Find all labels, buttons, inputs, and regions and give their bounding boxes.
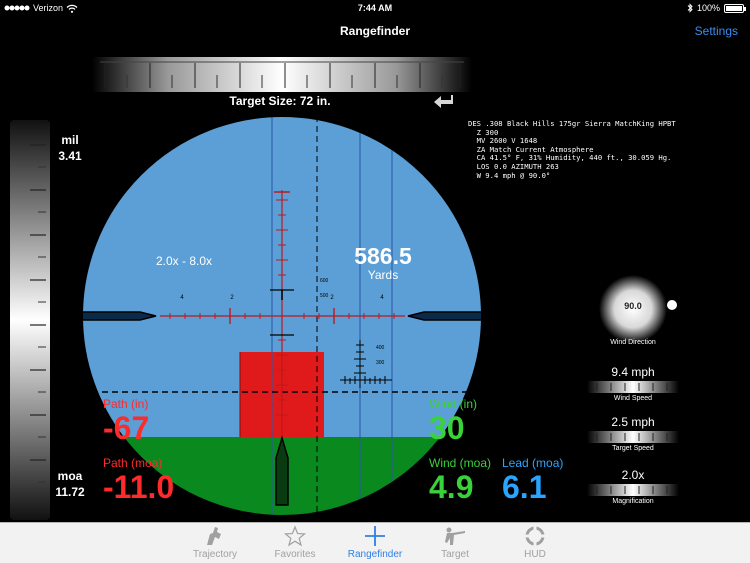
range-label: 300 xyxy=(376,360,385,366)
range-label: 600 xyxy=(320,278,329,284)
hud-icon xyxy=(525,526,545,546)
magnification-value: 2.0x xyxy=(621,468,645,482)
lead-moa-label: Lead (moa) xyxy=(502,456,564,470)
target-speed-control: 2.5 mph Target Speed xyxy=(587,415,679,452)
magnification-control: 2.0x Magnification xyxy=(587,468,679,505)
ballistic-info-panel: DES .308 Black Hills 175gr Sierra MatchK… xyxy=(468,119,676,180)
zoom-range: 2.0x - 8.0x xyxy=(156,254,213,268)
path-in-value: -67 xyxy=(103,410,150,446)
return-arrow-icon[interactable] xyxy=(433,94,455,110)
star-icon xyxy=(283,525,307,547)
target-size-slider[interactable] xyxy=(92,57,472,92)
wind-in-label: Wind (in) xyxy=(429,397,478,411)
path-in-label: Path (in) xyxy=(103,397,149,411)
wind-in-value: 30 xyxy=(429,410,465,446)
mil-label: mil xyxy=(61,133,79,147)
path-moa-value: -11.0 xyxy=(103,469,175,505)
path-moa-label: Path (moa) xyxy=(103,456,163,470)
tab-target[interactable]: Target xyxy=(415,523,495,563)
range-slider[interactable] xyxy=(10,120,50,520)
range-label: 500 xyxy=(320,293,329,299)
wind-speed-control: 9.4 mph Wind Speed xyxy=(587,365,679,402)
tab-label: Target xyxy=(441,549,469,560)
trajectory-icon xyxy=(207,527,221,545)
tab-bar: Trajectory Favorites Rangefinder Target … xyxy=(0,522,750,563)
tab-hud[interactable]: HUD xyxy=(495,523,575,563)
target-speed-label: Target Speed xyxy=(612,445,654,452)
mil-value: 3.41 xyxy=(58,149,82,163)
wind-moa-value: 4.9 xyxy=(429,469,474,505)
tab-label: Favorites xyxy=(274,549,316,560)
range-label: 400 xyxy=(376,345,385,351)
tab-trajectory[interactable]: Trajectory xyxy=(175,523,255,563)
tab-label: HUD xyxy=(524,549,546,560)
target-size-label: Target Size: 72 in. xyxy=(229,94,331,108)
wind-direction-value: 90.0 xyxy=(624,301,642,311)
distance-value: 586.5 xyxy=(354,243,412,269)
tab-favorites[interactable]: Favorites xyxy=(255,523,335,563)
lead-moa-value: 6.1 xyxy=(502,469,547,505)
tab-rangefinder[interactable]: Rangefinder xyxy=(335,523,415,563)
wind-speed-label: Wind Speed xyxy=(613,395,653,402)
target-speed-value: 2.5 mph xyxy=(611,415,655,429)
wind-direction-indicator[interactable] xyxy=(667,300,677,310)
tab-label: Trajectory xyxy=(192,549,238,560)
crosshair-icon xyxy=(365,526,385,546)
right-post xyxy=(407,311,482,321)
info-line: W 9.4 mph @ 90.0° xyxy=(468,170,551,180)
moa-value: 11.72 xyxy=(55,485,85,499)
distance-unit: Yards xyxy=(367,268,399,282)
wind-direction-label: Wind Direction xyxy=(610,339,656,346)
info-line: DES .308 Black Hills 175gr Sierra MatchK… xyxy=(468,119,676,128)
wind-speed-value: 9.4 mph xyxy=(611,365,655,379)
shooter-icon xyxy=(445,527,465,545)
wind-moa-label: Wind (moa) xyxy=(429,456,492,470)
left-post xyxy=(82,311,157,321)
tab-label: Rangefinder xyxy=(347,549,403,560)
moa-label: moa xyxy=(57,469,83,483)
magnification-label: Magnification xyxy=(612,498,654,505)
